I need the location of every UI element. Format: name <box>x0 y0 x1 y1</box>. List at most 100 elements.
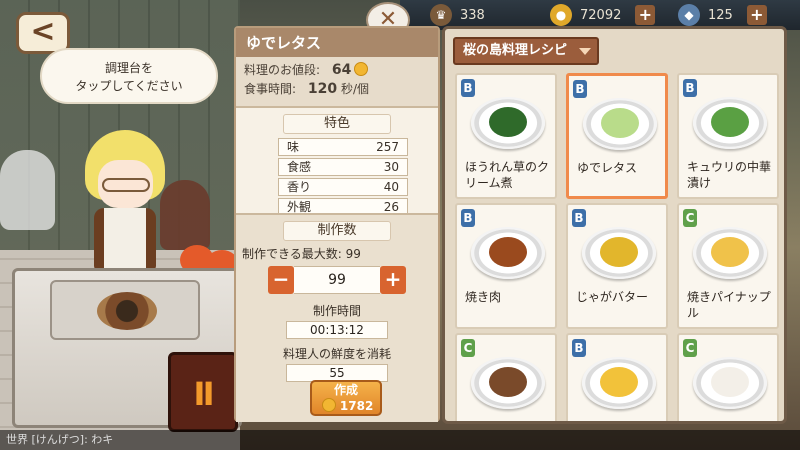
production-section: 制作数 制作できる最大数: 99 − 99 + 制作時間 00:13:12 料理… <box>236 213 438 422</box>
add-gems-button[interactable]: + <box>746 5 767 25</box>
tier-badge-icon: B <box>573 80 587 98</box>
food-icon <box>489 367 527 397</box>
eat-time-label: 食事時間: <box>244 82 297 96</box>
cooking-station[interactable] <box>50 280 200 340</box>
stat-value: 30 <box>383 160 399 174</box>
tier-badge-icon: C <box>683 209 697 227</box>
stamina-value: 338 <box>460 7 485 23</box>
recipe-card[interactable]: C <box>455 333 557 421</box>
dish-plate-icon <box>583 98 657 150</box>
quantity-stepper: − 99 + <box>268 266 406 294</box>
recipe-card[interactable]: B ほうれん草のクリーム煮 <box>455 73 557 199</box>
world-chat-ticker[interactable]: 世界 [けんげつ]: わキ <box>0 430 800 450</box>
eat-time-unit: 秒/個 <box>340 82 369 96</box>
stat-value: 257 <box>376 140 399 154</box>
price-label: 料理のお値段: <box>244 63 321 77</box>
hint-line-1: 調理台を <box>104 61 153 75</box>
coin-value: 72092 <box>580 7 622 23</box>
food-icon <box>489 237 527 267</box>
price-value: 64 <box>331 62 352 78</box>
recipe-card[interactable]: B ゆでレタス <box>566 73 668 199</box>
food-icon <box>601 108 639 138</box>
hint-bubble: 調理台を タップしてください <box>40 48 218 104</box>
stat-label: 味 <box>287 140 300 154</box>
dish-plate-icon <box>693 97 767 149</box>
dropdown-label: 桜の島料理レシピ <box>463 43 568 58</box>
increase-button[interactable]: + <box>380 266 406 294</box>
hint-line-2: タップしてください <box>75 79 183 93</box>
food-icon <box>600 367 638 397</box>
add-coins-button[interactable]: + <box>635 5 656 25</box>
eat-time-row: 食事時間: 120 秒/個 <box>244 80 430 99</box>
max-count-label: 制作できる最大数: 99 <box>242 247 361 261</box>
food-icon <box>711 237 749 267</box>
coin-counter: ● 72092 + <box>550 4 656 26</box>
stat-taste: 味 257 <box>278 138 408 156</box>
recipe-category-dropdown[interactable]: 桜の島料理レシピ <box>453 37 599 65</box>
stat-value: 40 <box>383 180 399 194</box>
decrease-button[interactable]: − <box>268 266 294 294</box>
recipe-card[interactable]: B <box>566 333 668 421</box>
dish-plate-icon <box>471 227 545 279</box>
dish-title: ゆでレタス <box>236 28 438 57</box>
tier-badge-icon: B <box>572 209 586 227</box>
traits-title: 特色 <box>283 114 391 134</box>
stove-burner-icon <box>97 292 157 330</box>
dish-header: ゆでレタス 料理のお値段: 64 食事時間: 120 秒/個 <box>236 28 438 108</box>
recipe-name: キュウリの中華漬け <box>687 160 772 190</box>
back-arrow-icon: < <box>30 14 56 49</box>
stamina-counter: ♛ 338 <box>430 4 485 26</box>
make-time-label: 制作時間 <box>312 304 361 318</box>
create-button-label: 作成 <box>333 383 358 397</box>
recipe-name: ほうれん草のクリーム煮 <box>465 160 550 190</box>
price-row: 料理のお値段: 64 <box>244 61 430 80</box>
tier-badge-icon: B <box>461 79 475 97</box>
quantity-input[interactable]: 99 <box>294 266 380 294</box>
stat-texture: 食感 30 <box>278 158 408 176</box>
gem-counter: ◆ 125 + <box>678 4 767 26</box>
dish-detail-panel: ゆでレタス 料理のお値段: 64 食事時間: 120 秒/個 特色 味 257 食… <box>234 26 440 422</box>
tier-badge-icon: B <box>461 209 475 227</box>
make-count-title: 制作数 <box>283 221 391 241</box>
recipe-card[interactable]: B キュウリの中華漬け <box>677 73 779 199</box>
oven-flame-icon: Ⅱ <box>193 375 215 413</box>
dish-plate-icon <box>693 227 767 279</box>
recipe-card[interactable]: B じゃがバター <box>566 203 668 329</box>
recipe-card[interactable]: C 焼きパイナップル <box>677 203 779 329</box>
recipe-panel: 桜の島料理レシピ B ほうれん草のクリーム煮 B ゆでレタス B キュウリの中華漬け B 焼き… <box>442 26 787 424</box>
oven: Ⅱ <box>168 352 238 432</box>
gem-value: 125 <box>708 7 733 23</box>
food-icon <box>489 107 527 137</box>
recipe-name: じゃがバター <box>576 290 649 304</box>
recipe-card[interactable]: B 焼き肉 <box>455 203 557 329</box>
recipe-name: ゆでレタス <box>577 161 638 175</box>
tier-badge-icon: B <box>683 79 697 97</box>
food-icon <box>711 107 749 137</box>
stat-label: 食感 <box>287 160 312 174</box>
eat-time-value: 120 <box>307 81 338 97</box>
stat-label: 香り <box>287 180 312 194</box>
helper-character <box>160 180 210 250</box>
recipe-grid: B ほうれん草のクリーム煮 B ゆでレタス B キュウリの中華漬け B 焼き肉 B じゃがバター C… <box>455 73 780 421</box>
make-time-value: 00:13:12 <box>286 321 388 339</box>
create-cost: 1782 <box>339 399 374 413</box>
coin-icon <box>354 62 369 76</box>
chef-character[interactable] <box>80 130 170 270</box>
dish-plate-icon <box>582 357 656 409</box>
dish-plate-icon <box>693 357 767 409</box>
freshness-label: 料理人の鮮度を消耗 <box>282 347 391 361</box>
dish-plate-icon <box>471 97 545 149</box>
tier-badge-icon: C <box>461 339 475 357</box>
ghost-character <box>0 150 55 230</box>
recipe-name: 焼き肉 <box>465 290 502 304</box>
food-icon <box>600 237 638 267</box>
gem-icon: ◆ <box>678 4 700 26</box>
tier-badge-icon: C <box>683 339 697 357</box>
tier-badge-icon: B <box>572 339 586 357</box>
recipe-card[interactable]: C <box>677 333 779 421</box>
coin-icon: ● <box>550 4 572 26</box>
create-button[interactable]: 作成 1782 <box>310 380 382 416</box>
recipe-name: 焼きパイナップル <box>687 290 771 320</box>
food-icon <box>711 367 749 397</box>
dish-plate-icon <box>471 357 545 409</box>
